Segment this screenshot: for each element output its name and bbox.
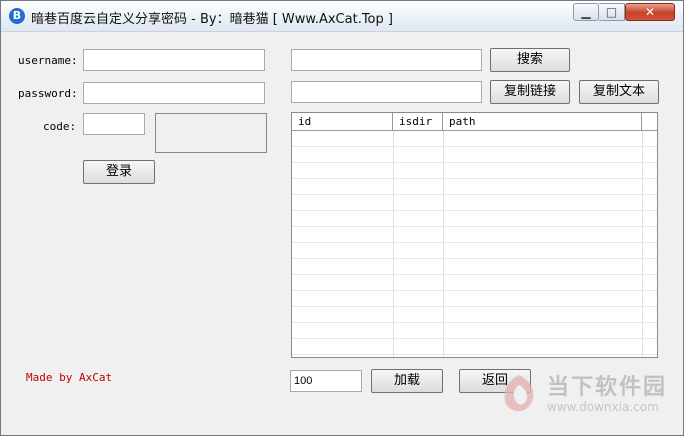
close-icon: ✕ [644,5,656,19]
column-header-isdir[interactable]: isdir [393,113,443,130]
search-button[interactable]: 搜索 [490,48,570,72]
watermark-name: 当下软件园 [547,375,668,400]
file-list-table[interactable]: id isdir path [291,112,658,358]
minimize-icon: ▁ [581,5,591,19]
username-input[interactable] [83,49,265,71]
password-label: password: [18,87,78,100]
load-count-input[interactable] [290,370,362,392]
maximize-icon: □ [605,5,618,19]
username-label: username: [18,54,78,67]
code-input[interactable] [83,113,145,135]
captcha-image[interactable] [155,113,267,153]
code-label: code: [43,120,77,133]
watermark-url: www.downxia.com [547,400,659,414]
column-header-path[interactable]: path [443,113,642,130]
column-header-id[interactable]: id [292,113,393,130]
close-button[interactable]: ✕ [625,3,675,21]
title-bar: B 暗巷百度云自定义分享密码 - By：暗巷猫 [ Www.AxCat.Top … [1,1,683,32]
copy-link-button[interactable]: 复制链接 [490,80,570,104]
window-title: 暗巷百度云自定义分享密码 - By：暗巷猫 [ Www.AxCat.Top ] [31,12,393,27]
app-window: B 暗巷百度云自定义分享密码 - By：暗巷猫 [ Www.AxCat.Top … [0,0,684,436]
password-input[interactable] [83,82,265,104]
minimize-button[interactable]: ▁ [573,3,599,21]
downxia-logo-icon [504,375,534,412]
login-button[interactable]: 登录 [83,160,155,184]
made-by-credit: Made by AxCat [26,371,113,384]
search-input[interactable] [291,49,482,71]
link-input[interactable] [291,81,482,103]
table-body[interactable] [292,131,657,357]
table-header: id isdir path [292,113,657,131]
load-button[interactable]: 加载 [371,369,443,393]
baidu-cloud-icon: B [9,8,25,24]
maximize-button[interactable]: □ [599,3,625,21]
copy-text-button[interactable]: 复制文本 [579,80,659,104]
